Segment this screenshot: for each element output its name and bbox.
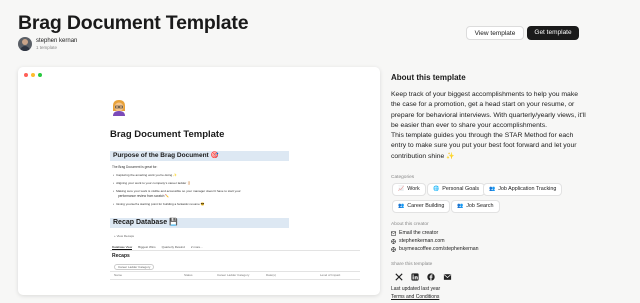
- author-template-count: 1 template: [36, 44, 58, 50]
- preview-intro: The Brag Document is great for:: [112, 165, 158, 169]
- facebook-icon[interactable]: [427, 273, 435, 281]
- category-personal-goals[interactable]: 🌐 Personal Goals: [427, 183, 486, 196]
- template-description: Keep track of your biggest accomplishmen…: [391, 91, 586, 160]
- page-title: Brag Document Template: [18, 12, 249, 34]
- window-controls: [24, 73, 42, 77]
- avatar: [18, 37, 32, 51]
- preview-view-recaps: + View Recaps: [114, 234, 135, 238]
- creator-label: About this creator: [391, 222, 429, 227]
- preview-col-header: Status: [184, 273, 193, 277]
- preview-divider: [110, 250, 360, 251]
- author-name[interactable]: stephen kernan: [36, 38, 77, 45]
- preview-recaps-heading: Recaps: [112, 253, 130, 259]
- person-emoji-icon: [113, 100, 125, 116]
- email-creator-link[interactable]: Email the creator: [391, 230, 438, 236]
- preview-bullet: Aligning your work to your company's car…: [113, 181, 191, 185]
- share-label: Share this template: [391, 262, 433, 267]
- close-dot: [24, 73, 28, 77]
- globe-icon: [391, 238, 396, 244]
- preview-bullet: Giving yourself a starting point for bui…: [113, 202, 204, 206]
- last-updated: Last updated last year: [391, 286, 441, 292]
- website-link[interactable]: stephenkernan.com: [391, 238, 445, 244]
- preview-section-purpose: Purpose of the Brag Document 🎯: [110, 151, 289, 161]
- people-icon: 👥: [457, 203, 464, 209]
- author[interactable]: stephen kernan 1 template: [18, 37, 77, 51]
- category-label: Work: [407, 186, 420, 192]
- view-template-button[interactable]: View template: [466, 26, 524, 40]
- preview-divider: [110, 279, 360, 280]
- about-title: About this template: [391, 73, 466, 82]
- category-job-application-tracking[interactable]: 👥 Job Application Tracking: [483, 183, 563, 196]
- about-section: About this template: [391, 73, 586, 82]
- preview-col-header: Name: [114, 273, 123, 277]
- people-icon: 👥: [489, 186, 496, 192]
- preview-page-title: Brag Document Template: [110, 129, 225, 140]
- category-work[interactable]: 📈 Work: [392, 183, 426, 196]
- category-job-search[interactable]: 👥 Job Search: [451, 200, 500, 213]
- preview-col-header: Level of Impact: [320, 273, 341, 277]
- terms-link[interactable]: Terms and Conditions: [391, 294, 439, 300]
- category-label: Career Building: [407, 203, 445, 209]
- link-label: buymeacoffee.com/stephenkernan: [399, 246, 479, 252]
- mail-icon: [391, 231, 396, 235]
- category-label: Personal Goals: [442, 186, 480, 192]
- people-icon: 👥: [398, 203, 405, 209]
- link-label: Email the creator: [399, 230, 439, 236]
- minimize-dot: [31, 73, 35, 77]
- get-template-button[interactable]: Get template: [527, 26, 579, 40]
- category-label: Job Application Tracking: [498, 186, 557, 192]
- preview-bullet: Making sure your work is visible and acc…: [113, 189, 241, 193]
- preview-filter: Career Ladder Category: [114, 264, 155, 270]
- chart-icon: 📈: [398, 186, 405, 192]
- category-label: Job Search: [466, 203, 494, 209]
- globe-icon: 🌐: [433, 186, 440, 192]
- preview-col-header: Career Ladder Category: [217, 273, 250, 277]
- linkedin-icon[interactable]: [411, 273, 419, 281]
- preview-col-header: Date(s): [266, 273, 276, 277]
- maximize-dot: [38, 73, 42, 77]
- link-label: stephenkernan.com: [399, 238, 445, 244]
- email-icon[interactable]: [443, 273, 452, 281]
- template-preview[interactable]: Brag Document Template Purpose of the Br…: [18, 67, 380, 295]
- preview-bullet-continued: performance review from scratch ✏️: [118, 194, 170, 198]
- category-career-building[interactable]: 👥 Career Building: [392, 200, 451, 213]
- preview-divider: [110, 271, 360, 272]
- globe-icon: [391, 246, 396, 252]
- preview-bullet: Capturing the amazing work you're doing …: [113, 173, 177, 177]
- buymeacoffee-link[interactable]: buymeacoffee.com/stephenkernan: [391, 246, 479, 252]
- categories-label: Categories: [391, 175, 415, 180]
- x-icon[interactable]: [395, 273, 403, 281]
- preview-section-recap: Recap Database 💾: [110, 218, 289, 228]
